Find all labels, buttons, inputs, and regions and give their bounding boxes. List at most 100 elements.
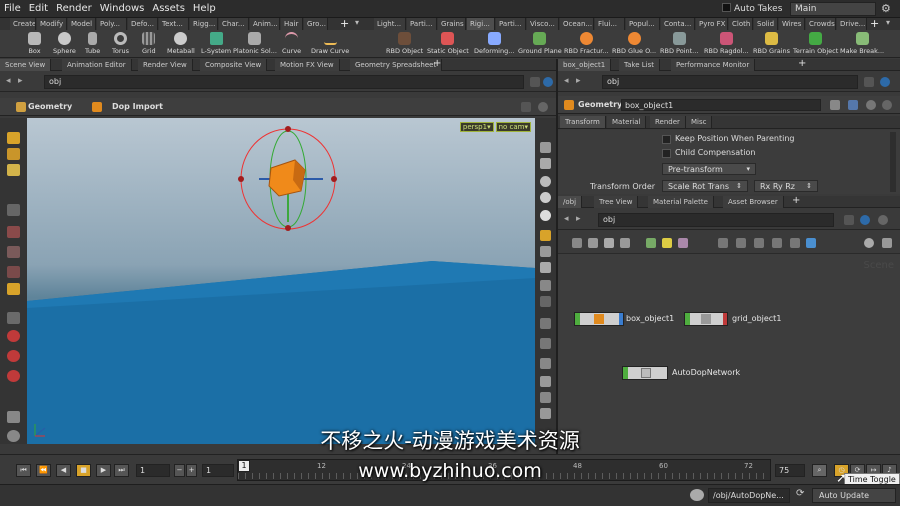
shelf-tab-rigging[interactable]: Rigg... — [190, 18, 218, 30]
pointer-icon[interactable] — [7, 204, 20, 216]
tool-ground-plane[interactable]: Ground Plane — [518, 32, 562, 55]
select-mode-icon[interactable] — [7, 148, 20, 160]
network-box-icon[interactable] — [678, 238, 688, 248]
pretransform-menu[interactable]: Pre-transform ▾ — [662, 163, 756, 175]
shelf-tab-solid[interactable]: Solid — [754, 18, 778, 30]
pin-view-icon[interactable] — [540, 262, 551, 273]
add-tab-icon[interactable]: + — [798, 58, 806, 69]
grid-display-icon[interactable] — [540, 296, 551, 307]
handle-dot[interactable] — [285, 225, 291, 231]
node-display-flag[interactable] — [723, 313, 727, 325]
param-scrollbar[interactable] — [890, 132, 896, 192]
viewer-context-label[interactable]: Geometry — [28, 102, 72, 111]
shelf-tab-populate[interactable]: Popul... — [626, 18, 660, 30]
menu-help[interactable]: Help — [189, 0, 220, 18]
view-tool-icon[interactable] — [7, 411, 20, 423]
add-pane-tab-icon[interactable]: + — [433, 58, 441, 69]
back-arrow-icon[interactable]: ◂ — [6, 76, 11, 86]
shelf-tab-animation[interactable]: Anim... — [250, 18, 280, 30]
link-icon[interactable] — [860, 215, 870, 225]
shelf-tab-crowds[interactable]: Crowds — [806, 18, 836, 30]
shelf-tab-grains[interactable]: Grains — [438, 18, 466, 30]
grid-layout-icon[interactable] — [604, 238, 614, 248]
tool-rbd-object[interactable]: RBD Object — [386, 32, 423, 55]
snap-icon[interactable] — [790, 238, 800, 248]
node-name-field[interactable]: box_object1 — [621, 99, 821, 111]
node-flag[interactable] — [685, 313, 690, 325]
tool-curve[interactable]: Curve — [282, 32, 301, 55]
tab-take-list[interactable]: Take List — [619, 59, 660, 71]
light-bulb-icon[interactable] — [540, 230, 551, 241]
shelf-tab-hair[interactable]: Hair — [281, 18, 303, 30]
right-top-path-field[interactable]: obj — [602, 75, 858, 89]
tree-icon[interactable] — [620, 238, 630, 248]
menu-edit[interactable]: Edit — [25, 0, 52, 18]
flip-icon[interactable] — [540, 376, 551, 387]
shelf-tab-model[interactable]: Model — [68, 18, 96, 30]
forward-arrow-icon[interactable]: ▸ — [576, 214, 581, 224]
list-icon[interactable] — [572, 238, 582, 248]
show-grid-icon[interactable] — [806, 238, 816, 248]
desktop-dropdown[interactable]: Main — [790, 2, 876, 16]
tab-material-palette[interactable]: Material Palette — [648, 196, 714, 208]
network-editor[interactable]: Scene box_object1 grid_object1 AutoDopNe… — [558, 254, 900, 454]
shelf-tab-container[interactable]: Conta... — [661, 18, 695, 30]
snap-grid-icon[interactable] — [7, 370, 20, 382]
node-flag[interactable] — [623, 367, 628, 379]
left-path-field[interactable]: obj — [44, 75, 524, 89]
pin-icon[interactable] — [844, 215, 854, 225]
shelf-tab-grooming[interactable]: Gro... — [304, 18, 328, 30]
tool-grid[interactable]: Grid — [142, 32, 156, 55]
pose-icon[interactable] — [7, 312, 20, 324]
info-icon[interactable] — [866, 100, 876, 110]
display-options-icon[interactable] — [540, 192, 551, 203]
gear-settings-icon[interactable] — [830, 100, 840, 110]
geometry-mode-icon[interactable] — [7, 164, 20, 176]
auto-takes-checkbox[interactable] — [722, 3, 731, 12]
chat-bubble-icon[interactable] — [690, 489, 704, 501]
shelf-tab-particles[interactable]: Parti... — [407, 18, 437, 30]
add-shelf-right-icon[interactable]: + — [870, 17, 879, 30]
forward-arrow-icon[interactable]: ▸ — [576, 76, 581, 86]
shelf-tab-wires[interactable]: Wires — [779, 18, 805, 30]
magnet-icon[interactable] — [7, 330, 20, 342]
tool-metaball[interactable]: Metaball — [167, 32, 195, 55]
tool-sphere[interactable]: Sphere — [53, 32, 76, 55]
scene-viewport[interactable]: persp1▾ no cam▾ — [27, 118, 535, 444]
shelf-right-chevron-down-icon[interactable]: ▾ — [886, 18, 890, 27]
shelf-tab-drive[interactable]: Drive... — [837, 18, 867, 30]
menu-assets[interactable]: Assets — [148, 0, 189, 18]
shelf-tab-poly[interactable]: Poly... — [97, 18, 127, 30]
gear-icon[interactable]: ⚙ — [881, 2, 891, 15]
color-icon[interactable] — [646, 238, 656, 248]
tab-tree-view[interactable]: Tree View — [594, 196, 639, 208]
tool-rbd-ragdoll[interactable]: RBD Ragdol... — [704, 32, 749, 55]
auto-takes-toggle[interactable]: Auto Takes — [722, 3, 782, 14]
numbers-icon[interactable] — [540, 358, 551, 369]
add-shelf-icon[interactable]: + — [340, 17, 349, 30]
child-comp-checkbox[interactable] — [662, 149, 671, 158]
lighting-icon[interactable] — [540, 210, 551, 221]
shelf-tab-pyro[interactable]: Pyro FX — [696, 18, 728, 30]
node-display-flag[interactable] — [619, 313, 623, 325]
sticky-note-icon[interactable] — [662, 238, 672, 248]
shelf-tab-oceans[interactable]: Ocean... — [560, 18, 594, 30]
camera-nocam-dropdown[interactable]: no cam▾ — [495, 122, 531, 132]
link-icon[interactable] — [880, 77, 890, 87]
distribute-icon[interactable] — [754, 238, 764, 248]
shelf-tab-cloth[interactable]: Cloth — [729, 18, 753, 30]
question-icon[interactable] — [882, 100, 892, 110]
rotate-icon[interactable] — [7, 246, 20, 258]
tab-box-object1[interactable]: box_object1 — [558, 59, 612, 71]
tab-asset-browser[interactable]: Asset Browser — [723, 196, 784, 208]
tool-platonic[interactable]: Platonic Sol... — [233, 32, 277, 55]
menu-file[interactable]: File — [0, 0, 25, 18]
help-icon[interactable] — [878, 215, 888, 225]
viewer-node-label[interactable]: Dop Import — [112, 102, 163, 111]
tool-static-object[interactable]: Static Object — [427, 32, 469, 55]
shelf-tab-rigid[interactable]: Rigi... — [467, 18, 495, 30]
ghost-icon[interactable] — [540, 280, 551, 291]
shelf-tab-deform[interactable]: Defo... — [128, 18, 158, 30]
refresh-icon[interactable]: ⟳ — [796, 488, 804, 499]
help-icon[interactable] — [538, 102, 548, 112]
